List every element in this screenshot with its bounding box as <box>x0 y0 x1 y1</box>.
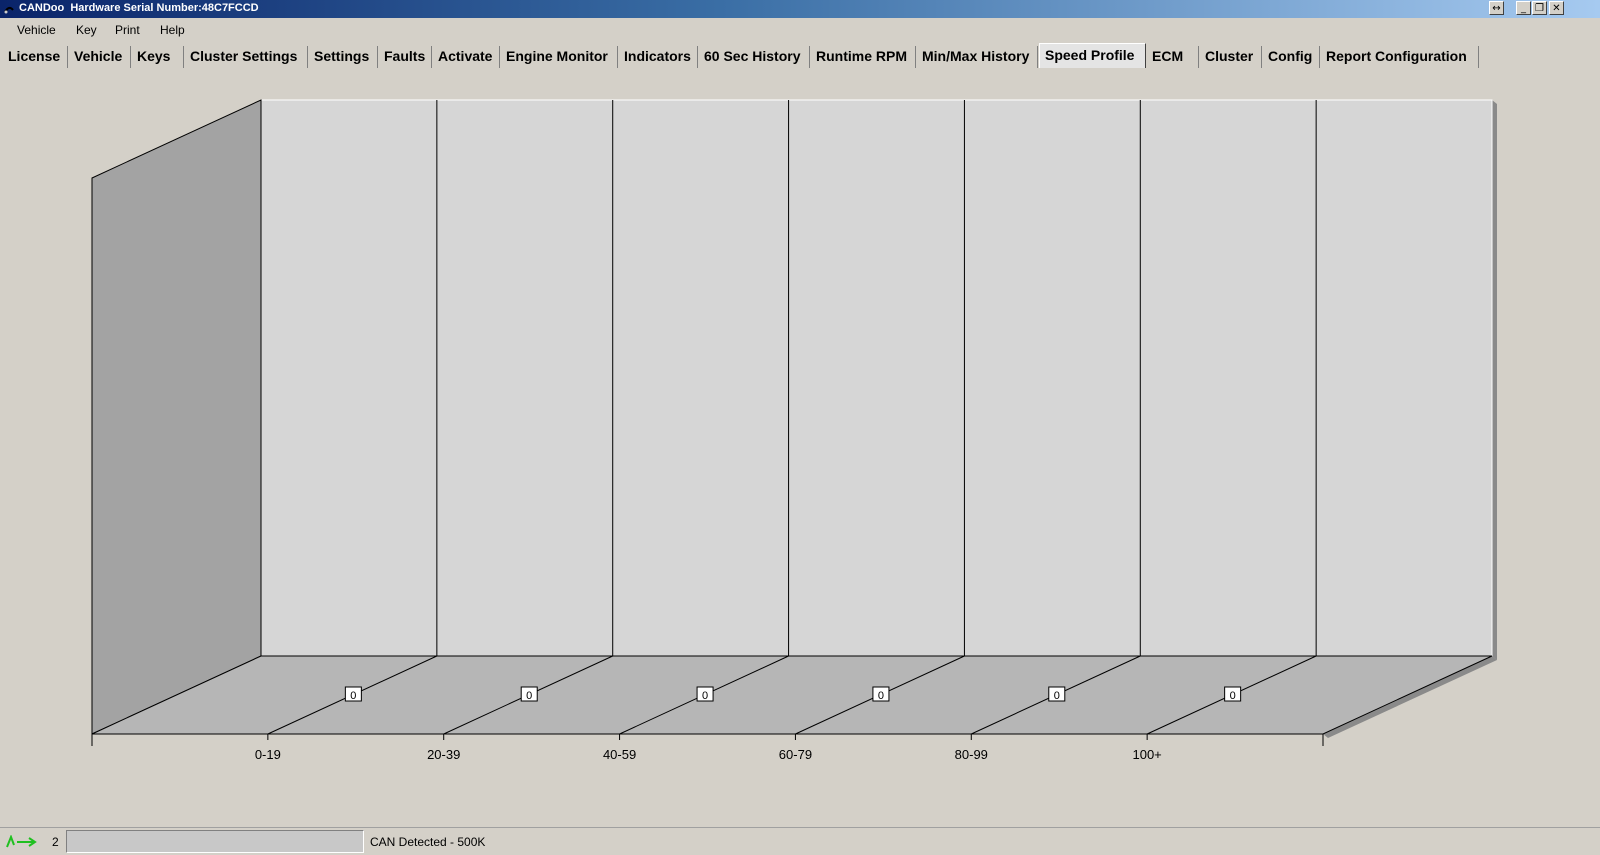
data-label: 0 <box>878 690 884 702</box>
menu-help[interactable]: Help <box>160 23 185 37</box>
x-tick-label: 0-19 <box>255 747 281 762</box>
tab-strip: License Vehicle Keys Cluster Settings Se… <box>0 42 1600 69</box>
back-wall-shadow <box>1492 100 1497 660</box>
speed-profile-panel: 0-19 0 20-39 0 40-59 0 60-79 0 80-99 0 100+ 0 <box>0 68 1600 824</box>
minimize-button[interactable]: _ <box>1516 1 1531 15</box>
maximize-button[interactable]: ❐ <box>1532 1 1547 15</box>
data-label: 0 <box>350 690 356 702</box>
status-progress <box>66 830 364 853</box>
x-tick-label: 20-39 <box>427 747 460 762</box>
tab-vehicle[interactable]: Vehicle <box>69 46 131 68</box>
tab-keys[interactable]: Keys <box>132 46 184 68</box>
x-tick-label: 100+ <box>1132 747 1161 762</box>
chart-left-wall <box>91 99 262 735</box>
restore-size-button[interactable]: ↔ <box>1489 1 1504 15</box>
tab-faults[interactable]: Faults <box>379 46 432 68</box>
data-label: 0 <box>1054 690 1060 702</box>
data-label: 0 <box>1230 690 1236 702</box>
tab-engine-monitor[interactable]: Engine Monitor <box>501 46 618 68</box>
tab-activate[interactable]: Activate <box>433 46 500 68</box>
window-title: CANDoo Hardware Serial Number:48C7FCCD <box>19 2 259 14</box>
tab-60-sec-history[interactable]: 60 Sec History <box>699 46 810 68</box>
menu-print[interactable]: Print <box>115 23 140 37</box>
tab-speed-profile[interactable]: Speed Profile <box>1039 43 1146 69</box>
status-text: CAN Detected - 500K <box>370 835 486 849</box>
chart-floor <box>91 655 1493 735</box>
data-label: 0 <box>702 690 708 702</box>
x-tick-label: 40-59 <box>603 747 636 762</box>
tab-runtime-rpm[interactable]: Runtime RPM <box>811 46 916 68</box>
menu-bar: Vehicle Key Print Help <box>0 18 1600 42</box>
title-bar: CANDoo Hardware Serial Number:48C7FCCD ↔… <box>0 0 1600 18</box>
app-icon <box>4 6 14 14</box>
tab-cluster-settings[interactable]: Cluster Settings <box>185 46 308 68</box>
menu-vehicle[interactable]: Vehicle <box>17 23 56 37</box>
tab-report-configuration[interactable]: Report Configuration <box>1321 46 1479 68</box>
status-count: 2 <box>52 835 59 849</box>
menu-key[interactable]: Key <box>76 23 97 37</box>
tab-min-max-history[interactable]: Min/Max History <box>917 46 1038 68</box>
x-tick-label: 60-79 <box>779 747 812 762</box>
tab-config[interactable]: Config <box>1263 46 1320 68</box>
chart-back-wall <box>260 99 1493 657</box>
tab-cluster[interactable]: Cluster <box>1200 46 1262 68</box>
x-tick-label: 80-99 <box>955 747 988 762</box>
close-button[interactable]: ✕ <box>1549 1 1564 15</box>
tab-settings[interactable]: Settings <box>309 46 378 68</box>
tab-ecm[interactable]: ECM <box>1147 46 1199 68</box>
status-bar: 2 CAN Detected - 500K <box>0 827 1600 855</box>
can-connection-icon <box>6 835 37 848</box>
tab-license[interactable]: License <box>3 46 68 68</box>
data-label: 0 <box>526 690 532 702</box>
speed-profile-chart: 0-19 0 20-39 0 40-59 0 60-79 0 80-99 0 100+ 0 <box>91 99 1497 762</box>
tab-indicators[interactable]: Indicators <box>619 46 698 68</box>
